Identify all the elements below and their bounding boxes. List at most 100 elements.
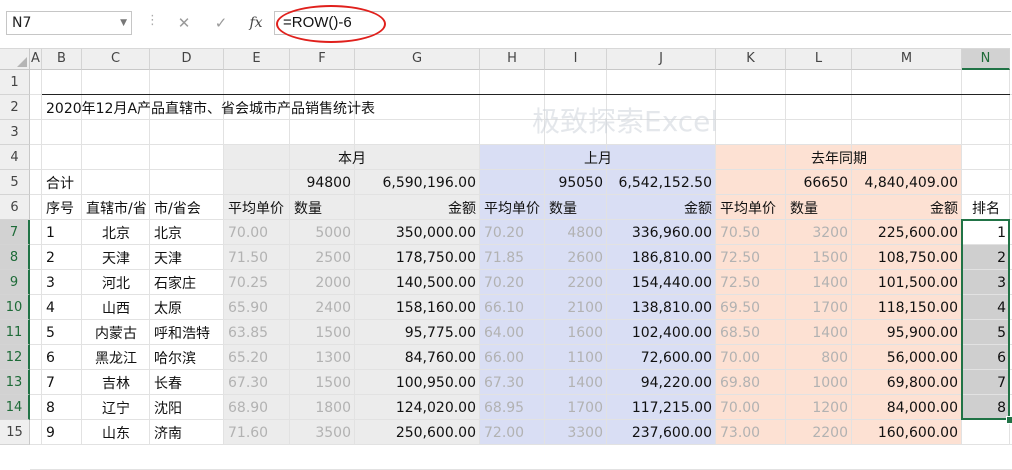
cell-price: 72.00: [484, 424, 525, 441]
row-header-12[interactable]: 12: [0, 345, 30, 370]
header-rank: 排名: [972, 200, 1000, 217]
row-header-15[interactable]: 15: [0, 420, 30, 445]
column-header-e[interactable]: E: [224, 48, 290, 70]
row-header-2[interactable]: 2: [0, 95, 30, 120]
insert-function-icon[interactable]: fx: [241, 11, 271, 35]
cell-price: 65.20: [228, 349, 269, 366]
column-header-a[interactable]: A: [30, 48, 42, 70]
row-header-10[interactable]: 10: [0, 295, 30, 320]
header-price: 平均单价: [228, 200, 284, 217]
selection-range[interactable]: [961, 219, 1010, 420]
cell-price: 70.00: [228, 224, 269, 241]
cell-qty: 2600: [567, 249, 603, 266]
cell-price: 63.85: [228, 324, 269, 341]
name-box[interactable]: N7 ▼: [6, 11, 132, 35]
header-city: 市/省会: [154, 200, 201, 217]
column-header-g[interactable]: G: [355, 48, 480, 70]
cell-amount: 102,400.00: [631, 324, 712, 341]
cell-qty: 1500: [812, 249, 848, 266]
column-header-d[interactable]: D: [150, 48, 224, 70]
cell-region: 山东: [102, 425, 130, 442]
cell-city: 济南: [154, 425, 182, 442]
totals-this-qty: 94800: [306, 174, 351, 191]
cell-qty: 4800: [567, 224, 603, 241]
header-qty: 数量: [790, 200, 818, 217]
column-header-f[interactable]: F: [290, 48, 355, 70]
row-header-5[interactable]: 5: [0, 170, 30, 195]
cell-price: 70.00: [720, 349, 761, 366]
column-header-c[interactable]: C: [82, 48, 150, 70]
enter-icon[interactable]: ✓: [206, 11, 236, 35]
cell-price: 68.90: [228, 399, 269, 416]
row-header-3[interactable]: 3: [0, 120, 30, 145]
cell-amount: 101,500.00: [877, 274, 958, 291]
cell-amount: 225,600.00: [877, 224, 958, 241]
cell-region: 黑龙江: [95, 350, 137, 367]
cell-city: 北京: [154, 225, 182, 242]
cell-qty: 800: [821, 349, 848, 366]
row-header-11[interactable]: 11: [0, 320, 30, 345]
cell-seq: 2: [46, 249, 55, 266]
row-header-4[interactable]: 4: [0, 145, 30, 170]
cell-qty: 1000: [812, 374, 848, 391]
cell-amount: 350,000.00: [395, 224, 476, 241]
cell-region: 山西: [102, 300, 130, 317]
select-all-corner[interactable]: [0, 48, 30, 70]
cell-qty: 1400: [567, 374, 603, 391]
column-header-i[interactable]: I: [545, 48, 607, 70]
cell-amount: 56,000.00: [886, 349, 958, 366]
column-header-m[interactable]: M: [852, 48, 962, 70]
cell-seq: 8: [46, 399, 55, 416]
cell-amount: 178,750.00: [395, 249, 476, 266]
column-header-l[interactable]: L: [786, 48, 852, 70]
row-header-1[interactable]: 1: [0, 70, 30, 95]
cell-qty: 1500: [315, 324, 351, 341]
cell-city: 哈尔滨: [154, 350, 196, 367]
cell-qty: 3500: [315, 424, 351, 441]
formula-bar: N7 ▼ ⋮ ✕ ✓ fx =ROW()-6: [0, 0, 1012, 48]
totals-label: 合计: [46, 175, 74, 192]
totals-last-qty: 95050: [558, 174, 603, 191]
cell-qty: 3300: [567, 424, 603, 441]
cell-qty: 1400: [812, 324, 848, 341]
header-price: 平均单价: [484, 200, 540, 217]
column-header-j[interactable]: J: [607, 48, 716, 70]
cancel-icon[interactable]: ✕: [169, 11, 199, 35]
cell-qty: 2100: [567, 299, 603, 316]
header-amount: 金额: [930, 200, 958, 217]
cell-city: 天津: [154, 250, 182, 267]
cell-amount: 154,440.00: [631, 274, 712, 291]
cell-qty: 2000: [315, 274, 351, 291]
cell-region: 北京: [102, 225, 130, 242]
cell-price: 69.50: [720, 299, 761, 316]
cell-amount: 250,600.00: [395, 424, 476, 441]
cell-amount: 158,160.00: [395, 299, 476, 316]
cell-amount: 72,600.00: [640, 349, 712, 366]
chevron-down-icon[interactable]: ▼: [120, 12, 127, 34]
cell-city: 石家庄: [154, 275, 196, 292]
row-header-14[interactable]: 14: [0, 395, 30, 420]
highlight-circle: [276, 5, 386, 43]
cell-seq: 5: [46, 324, 55, 341]
fill-handle[interactable]: [1006, 416, 1012, 424]
cell-seq: 3: [46, 274, 55, 291]
column-header-k[interactable]: K: [716, 48, 786, 70]
cell-price: 70.20: [484, 224, 525, 241]
cell-price: 67.30: [484, 374, 525, 391]
cell-amount: 95,900.00: [886, 324, 958, 341]
header-amount: 金额: [448, 200, 476, 217]
row-header-6[interactable]: 6: [0, 195, 30, 220]
cell-amount: 140,500.00: [395, 274, 476, 291]
cell-price: 67.30: [228, 374, 269, 391]
cell-amount: 160,600.00: [877, 424, 958, 441]
totals-ly-qty: 66650: [803, 174, 848, 191]
row-header-8[interactable]: 8: [0, 245, 30, 270]
column-header-n[interactable]: N: [962, 48, 1010, 70]
row-header-9[interactable]: 9: [0, 270, 30, 295]
column-header-b[interactable]: B: [42, 48, 82, 70]
row-header-13[interactable]: 13: [0, 370, 30, 395]
row-header-7[interactable]: 7: [0, 220, 30, 245]
column-header-h[interactable]: H: [480, 48, 545, 70]
cell-qty: 1300: [315, 349, 351, 366]
cell-seq: 7: [46, 374, 55, 391]
